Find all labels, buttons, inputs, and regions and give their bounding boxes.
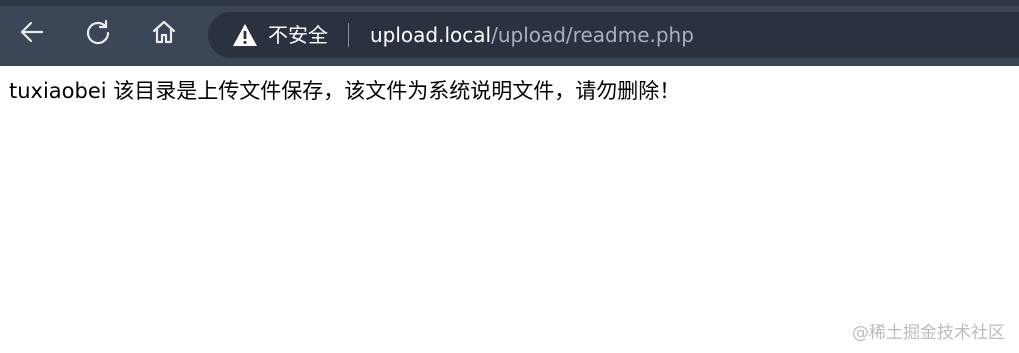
url-text[interactable]: upload.local/upload/readme.php [370, 23, 694, 47]
page-content: tuxiaobei 该目录是上传文件保存，该文件为系统说明文件，请勿删除！ @稀… [0, 66, 1019, 353]
tab-strip-edge [0, 0, 1019, 6]
back-arrow-icon [18, 18, 46, 50]
home-button[interactable] [144, 14, 184, 54]
address-bar-divider [348, 23, 349, 47]
url-host: upload.local [370, 23, 492, 47]
page-body-text: tuxiaobei 该目录是上传文件保存，该文件为系统说明文件，请勿删除！ [9, 79, 681, 103]
reload-icon [84, 18, 112, 50]
home-icon [150, 18, 178, 50]
browser-toolbar: 不安全 upload.local/upload/readme.php [0, 0, 1019, 66]
reload-button[interactable] [78, 14, 118, 54]
warning-icon[interactable] [232, 22, 258, 48]
watermark: @稀土掘金技术社区 [852, 323, 1005, 343]
url-path: /upload/readme.php [491, 23, 694, 47]
security-status-label[interactable]: 不安全 [268, 23, 328, 47]
address-bar[interactable]: 不安全 upload.local/upload/readme.php [208, 12, 1019, 58]
back-button[interactable] [12, 14, 52, 54]
